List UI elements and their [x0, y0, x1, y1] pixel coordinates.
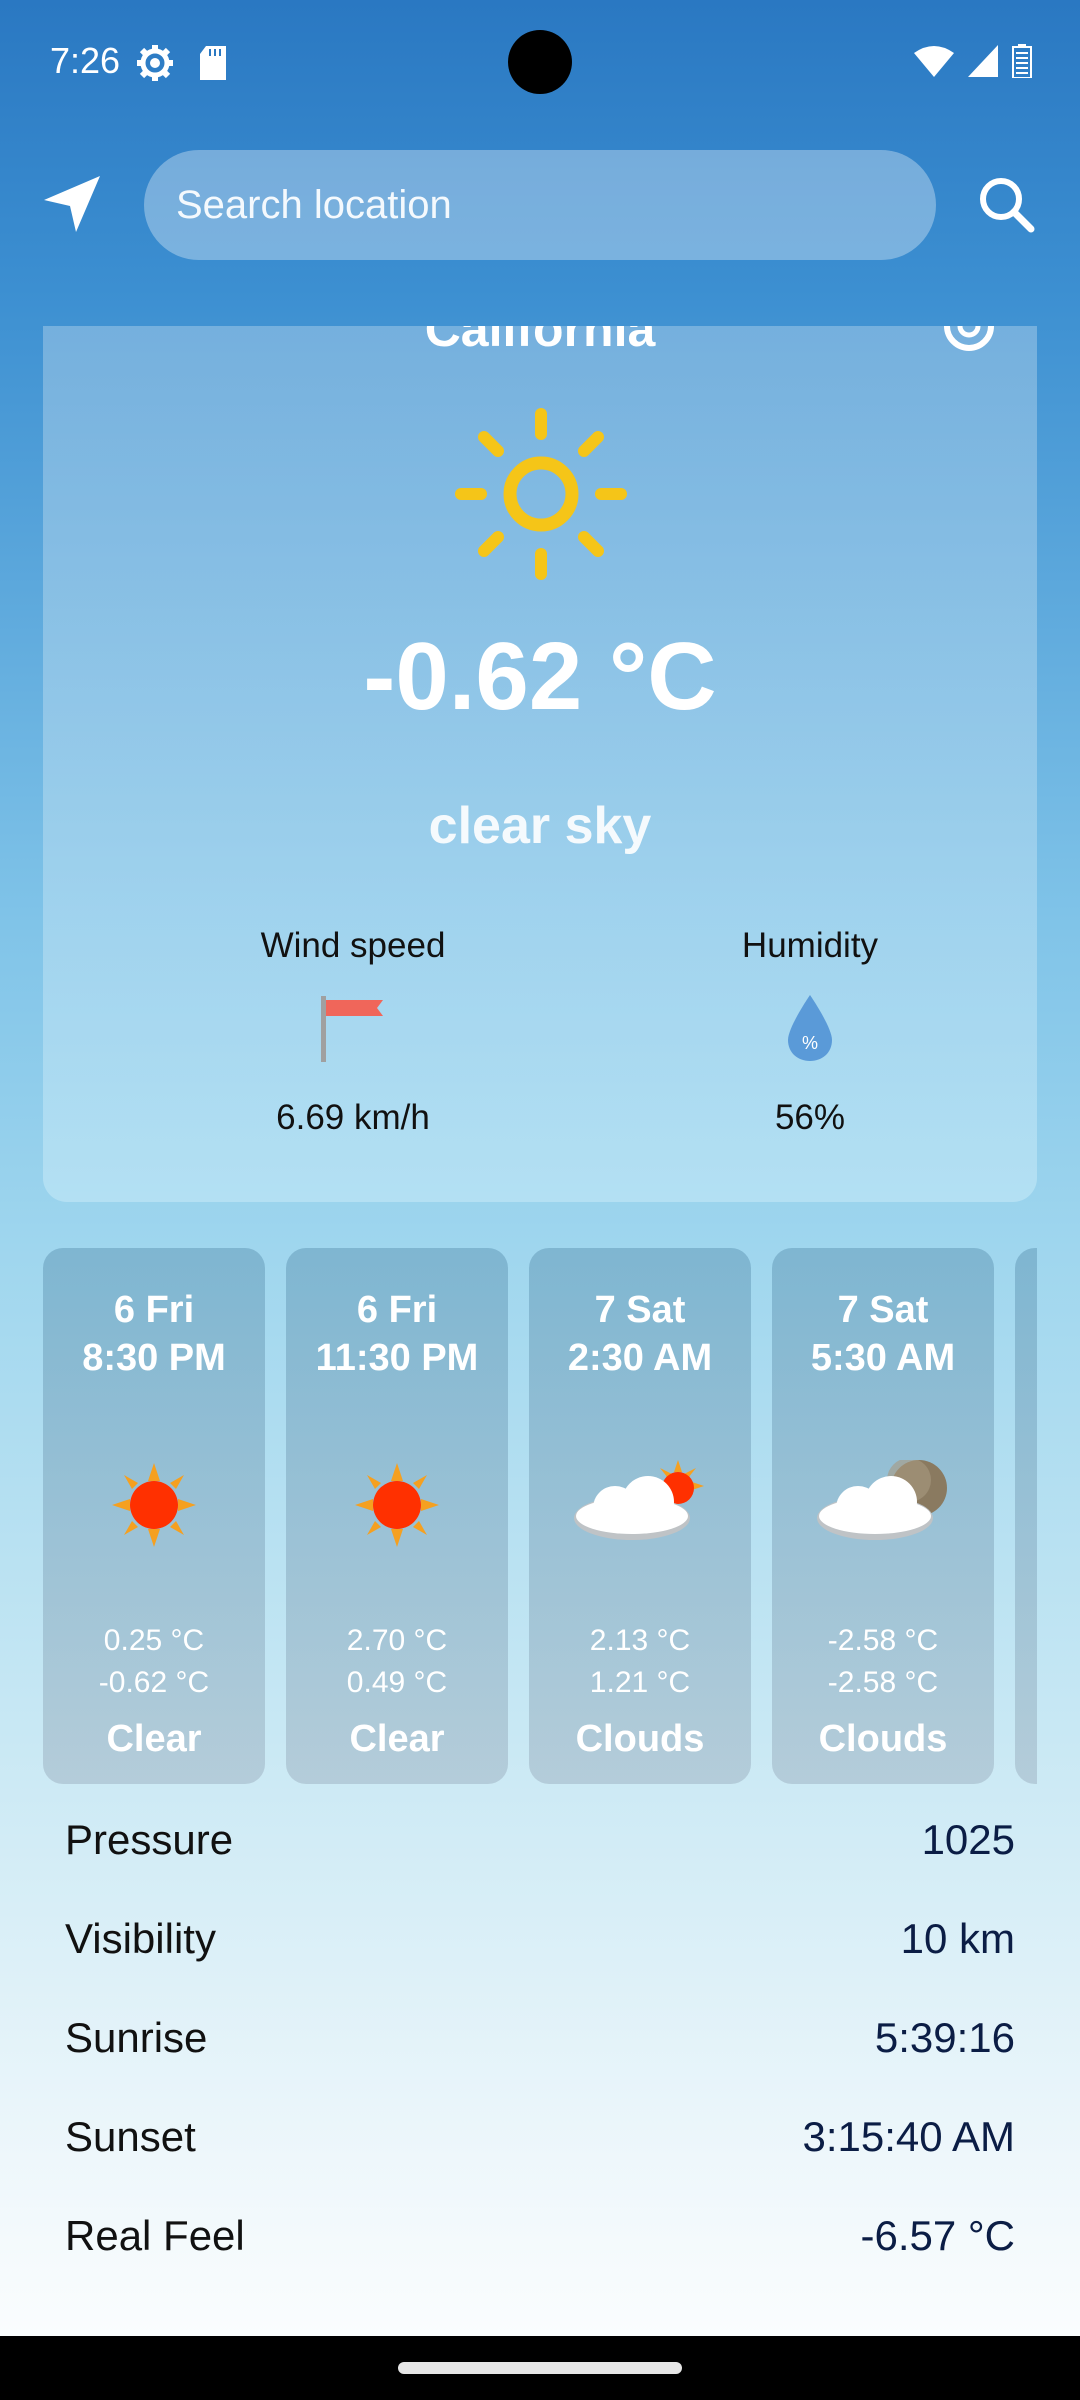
sun-icon — [453, 406, 629, 587]
detail-value: 1025 — [921, 1815, 1015, 1863]
detail-label: Real Feel — [65, 2211, 245, 2259]
detail-row-visibility: Visibility 10 km — [65, 1889, 1015, 1988]
current-temperature: -0.62 °C — [363, 623, 717, 730]
forecast-datetime: 7 Sat 5:30 AM — [810, 1289, 956, 1379]
forecast-datetime: 6 Fri 8:30 PM — [82, 1289, 226, 1379]
forecast-condition: Clouds — [818, 1718, 948, 1760]
status-time: 7:26 — [50, 40, 121, 81]
svg-text:%: % — [802, 1033, 818, 1053]
forecast-temps: 2.70 °C 0.49 °C — [286, 1620, 508, 1704]
forecast-temps: -2.58 °C -2.58 °C — [772, 1620, 994, 1704]
weather-details: Pressure 1025 Visibility 10 km Sunrise 5… — [65, 1790, 1015, 2285]
home-gesture-handle[interactable] — [398, 2362, 682, 2374]
forecast-temps: 0.25 °C -0.62 °C — [43, 1620, 265, 1704]
forecast-list[interactable]: 6 Fri 8:30 PM 0.25 °C -0.62 °C Clear 6 Fr… — [43, 1248, 1037, 1784]
cloud-moon-icon — [772, 1430, 994, 1580]
search-icon[interactable] — [976, 174, 1036, 239]
location-arrow-icon[interactable] — [40, 172, 104, 241]
detail-label: Sunrise — [65, 2013, 208, 2061]
wind-speed-stat: Wind speed 6.69 km/h — [173, 926, 533, 1138]
forecast-condition: Clear — [106, 1718, 202, 1760]
signal-icon — [968, 45, 998, 82]
sun-icon — [286, 1430, 508, 1580]
humidity-value: 56% — [774, 1098, 846, 1137]
detail-row-sunset: Sunset 3:15:40 AM — [65, 2087, 1015, 2186]
windsock-icon — [173, 980, 533, 1076]
camera-cutout — [508, 30, 572, 94]
sun-icon — [43, 1430, 265, 1580]
forecast-temp-min: 1.21 °C — [589, 1666, 691, 1699]
wind-speed-label: Wind speed — [260, 926, 446, 965]
current-weather-card: California -0.62 °C clear sky Wind speed… — [43, 326, 1037, 1202]
forecast-temp-max: 0.25 °C — [103, 1624, 205, 1657]
humidity-label: Humidity — [741, 926, 879, 965]
forecast-temp-min: -0.62 °C — [98, 1666, 210, 1699]
detail-value: 5:39:16 — [874, 2013, 1015, 2061]
forecast-temp-min: 0.49 °C — [346, 1666, 448, 1699]
status-bar: 7:26 — [0, 0, 1080, 130]
detail-label: Visibility — [65, 1914, 216, 1962]
status-icons — [914, 44, 1032, 83]
gear-icon[interactable] — [937, 326, 1001, 363]
weather-description: clear sky — [428, 797, 652, 855]
forecast-card[interactable]: 7 Sat 2:30 AM 2.13 °C 1.21 °C Clouds — [529, 1248, 751, 1784]
city-name: California — [424, 326, 656, 357]
forecast-card-partial[interactable] — [1015, 1248, 1037, 1784]
forecast-card[interactable]: 6 Fri 8:30 PM 0.25 °C -0.62 °C Clear — [43, 1248, 265, 1784]
detail-value: 3:15:40 AM — [802, 2112, 1015, 2160]
forecast-condition: Clouds — [575, 1718, 705, 1760]
humidity-stat: Humidity % 56% — [630, 926, 990, 1138]
navigation-bar — [0, 2336, 1080, 2400]
detail-label: Pressure — [65, 1815, 234, 1863]
wifi-icon — [914, 45, 954, 82]
detail-row-sunrise: Sunrise 5:39:16 — [65, 1988, 1015, 2087]
forecast-card[interactable]: 7 Sat 5:30 AM -2.58 °C -2.58 °C Clouds — [772, 1248, 994, 1784]
detail-value: -6.57 °C — [860, 2211, 1015, 2259]
search-input[interactable]: Search location — [144, 150, 936, 260]
forecast-temps: 2.13 °C 1.21 °C — [529, 1620, 751, 1704]
battery-icon — [1012, 44, 1032, 83]
forecast-datetime: 7 Sat 2:30 AM — [567, 1289, 713, 1379]
forecast-temp-max: 2.70 °C — [346, 1624, 448, 1657]
forecast-temp-min: -2.58 °C — [827, 1666, 939, 1699]
forecast-condition: Clear — [349, 1718, 445, 1760]
forecast-card[interactable]: 6 Fri 11:30 PM 2.70 °C 0.49 °C Clear — [286, 1248, 508, 1784]
humidity-drop-icon: % — [630, 980, 990, 1076]
forecast-temp-max: -2.58 °C — [827, 1624, 939, 1657]
forecast-temp-max: 2.13 °C — [589, 1624, 691, 1657]
detail-row-pressure: Pressure 1025 — [65, 1790, 1015, 1889]
cloud-sun-icon — [529, 1430, 751, 1580]
settings-status-icon — [136, 44, 174, 87]
detail-value: 10 km — [900, 1914, 1015, 1962]
wind-speed-value: 6.69 km/h — [276, 1098, 430, 1137]
forecast-datetime: 6 Fri 11:30 PM — [315, 1289, 479, 1379]
detail-label: Sunset — [65, 2112, 196, 2160]
sd-card-icon — [198, 46, 228, 85]
detail-row-real-feel: Real Feel -6.57 °C — [65, 2186, 1015, 2285]
